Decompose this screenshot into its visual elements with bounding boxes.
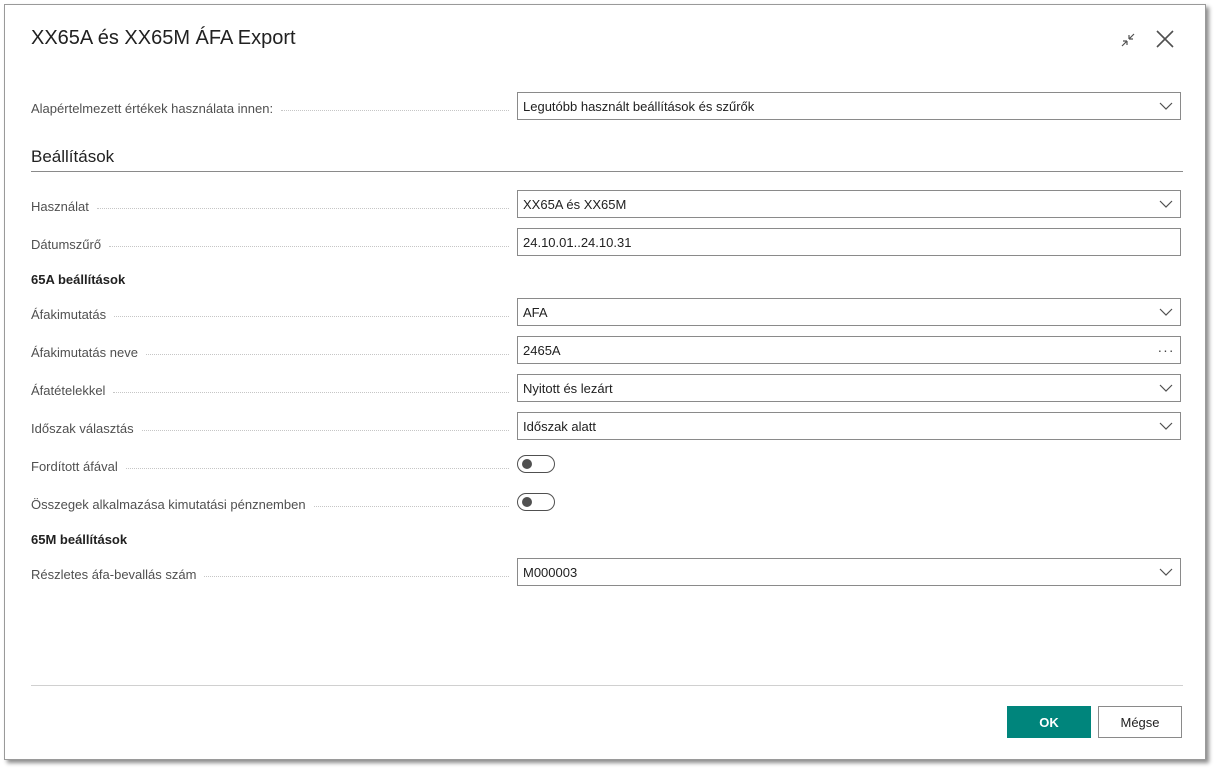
defaults-label: Alapértelmezett értékek használata innen… — [31, 100, 274, 116]
defaults-row: Alapértelmezett értékek használata innen… — [31, 92, 1183, 122]
reporting-currency-label: Összegek alkalmazása kimutatási pénznemb… — [31, 496, 306, 512]
date-filter-row: Dátumszűrő 24.10.01..24.10.31 — [31, 228, 1183, 258]
period-selection-select[interactable]: Időszak alatt — [517, 412, 1181, 440]
vat-statement-name-row: Áfakimutatás neve 2465A ··· — [31, 336, 1183, 366]
toggle-knob — [522, 497, 532, 507]
reporting-currency-row: Összegek alkalmazása kimutatási pénznemb… — [31, 490, 1183, 520]
detailed-return-select[interactable]: M000003 — [517, 558, 1181, 586]
toggle-knob — [522, 459, 532, 469]
detailed-return-label: Részletes áfa-bevallás szám — [31, 566, 197, 582]
vat-statement-name-value: 2465A — [523, 342, 561, 358]
group-title-65a: 65A beállítások — [31, 272, 126, 287]
vat-statement-name-label: Áfakimutatás neve — [31, 344, 138, 360]
chevron-down-icon — [1152, 190, 1180, 218]
vat-entries-value: Nyitott és lezárt — [523, 380, 613, 396]
vat-entries-select[interactable]: Nyitott és lezárt — [517, 374, 1181, 402]
detailed-return-row: Részletes áfa-bevallás szám M000003 — [31, 558, 1183, 588]
chevron-down-icon — [1152, 92, 1180, 120]
usage-row: Használat XX65A és XX65M — [31, 190, 1183, 220]
vat-statement-value: AFA — [523, 304, 548, 320]
usage-value: XX65A és XX65M — [523, 196, 627, 212]
cancel-button[interactable]: Mégse — [1098, 706, 1182, 738]
defaults-select[interactable]: Legutóbb használt beállítások és szűrők — [517, 92, 1181, 120]
chevron-down-icon — [1152, 412, 1180, 440]
reporting-currency-toggle[interactable] — [517, 493, 555, 511]
reverse-vat-label: Fordított áfával — [31, 458, 118, 474]
period-selection-label: Időszak választás — [31, 420, 134, 436]
vat-statement-label: Áfakimutatás — [31, 306, 107, 322]
vat-entries-row: Áfatételekkel Nyitott és lezárt — [31, 374, 1183, 404]
section-divider — [31, 171, 1183, 172]
footer-divider — [31, 685, 1183, 686]
reverse-vat-row: Fordított áfával — [31, 452, 1183, 482]
ok-button[interactable]: OK — [1007, 706, 1091, 738]
usage-label: Használat — [31, 198, 89, 214]
dialog-title: XX65A és XX65M ÁFA Export — [31, 27, 296, 49]
collapse-icon[interactable] — [1117, 29, 1139, 51]
date-filter-label: Dátumszűrő — [31, 236, 102, 252]
date-filter-input[interactable]: 24.10.01..24.10.31 — [517, 228, 1181, 256]
vat-statement-row: Áfakimutatás AFA — [31, 298, 1183, 328]
close-icon[interactable] — [1153, 27, 1177, 51]
detailed-return-value: M000003 — [523, 564, 578, 580]
group-title-65m: 65M beállítások — [31, 532, 128, 547]
vat-entries-label: Áfatételekkel — [31, 382, 106, 398]
vat-statement-name-input[interactable]: 2465A ··· — [517, 336, 1181, 364]
chevron-down-icon — [1152, 374, 1180, 402]
period-selection-row: Időszak választás Időszak alatt — [31, 412, 1183, 442]
vat-statement-select[interactable]: AFA — [517, 298, 1181, 326]
chevron-down-icon — [1152, 298, 1180, 326]
chevron-down-icon — [1152, 558, 1180, 586]
more-options-icon[interactable]: ··· — [1152, 336, 1180, 364]
defaults-value: Legutóbb használt beállítások és szűrők — [523, 98, 755, 114]
section-title-settings: Beállítások — [31, 147, 115, 166]
period-selection-value: Időszak alatt — [523, 418, 596, 434]
usage-select[interactable]: XX65A és XX65M — [517, 190, 1181, 218]
export-dialog: XX65A és XX65M ÁFA Export Alapértelmezet… — [4, 4, 1206, 760]
date-filter-value: 24.10.01..24.10.31 — [523, 234, 632, 250]
reverse-vat-toggle[interactable] — [517, 455, 555, 473]
